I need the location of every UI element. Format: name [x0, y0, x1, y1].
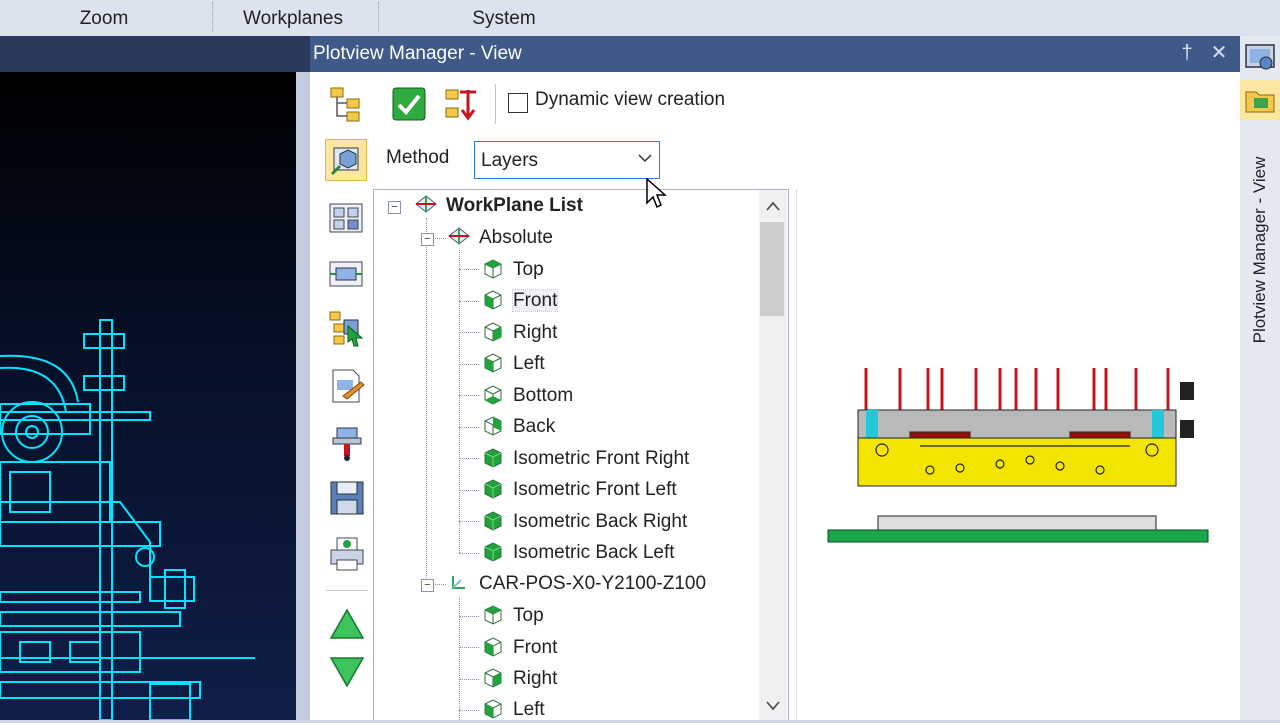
view-cube-icon: [484, 637, 502, 657]
workplane-icon: [452, 575, 465, 589]
cad-viewport[interactable]: [0, 72, 296, 720]
menu-zoom[interactable]: Zoom: [40, 0, 168, 36]
view-cube-icon: [484, 479, 502, 499]
tree-line: [459, 521, 479, 522]
view-cube-icon: [484, 385, 502, 405]
pin-icon[interactable]: †: [1174, 40, 1200, 66]
panel-title: Plotview Manager - View: [313, 43, 522, 64]
scroll-up-icon[interactable]: [759, 192, 787, 220]
tree-line: [459, 616, 479, 617]
tree-view-top[interactable]: Top: [481, 603, 544, 629]
view-cube-icon: [484, 448, 502, 468]
preview-splitter[interactable]: [796, 190, 797, 720]
workplane-icon: [448, 227, 470, 245]
move-up-icon[interactable]: [327, 604, 367, 644]
tree-view-front[interactable]: Front: [481, 288, 559, 314]
tree-line: [459, 301, 479, 302]
method-label: Method: [386, 147, 450, 168]
tree-view-iso-back-right[interactable]: Isometric Back Right: [481, 509, 687, 535]
tree-view-right[interactable]: Right: [481, 666, 557, 692]
tree-line: [459, 490, 479, 491]
tree-view-icon[interactable]: [327, 84, 367, 124]
view-cube-icon: [484, 290, 502, 310]
collapse-toggle[interactable]: −: [421, 233, 434, 246]
viewport-title-bar: [0, 36, 310, 72]
view-cube-icon: [484, 542, 502, 562]
tree-line: [459, 553, 479, 554]
tree-root-workplane-list[interactable]: WorkPlane List: [414, 193, 583, 219]
print-icon[interactable]: [327, 534, 367, 574]
apply-check-icon[interactable]: [389, 84, 429, 124]
menu-separator: [378, 2, 381, 32]
splitter[interactable]: [296, 72, 310, 720]
tree-view-left[interactable]: Left: [481, 351, 545, 377]
menu-system[interactable]: System: [440, 0, 568, 36]
tree-view-right[interactable]: Right: [481, 320, 557, 346]
multi-view-icon[interactable]: [326, 198, 366, 238]
view-cube-icon: [484, 511, 502, 531]
tree-line: [459, 710, 479, 711]
method-select[interactable]: Layers: [474, 141, 660, 179]
tree-line: [459, 458, 479, 459]
tree-view-front[interactable]: Front: [481, 635, 557, 661]
tree-line: [459, 332, 479, 333]
side-tab-label: Plotview Manager - View: [1250, 156, 1269, 344]
probe-icon[interactable]: [327, 422, 367, 462]
menu-bar: Zoom Workplanes System: [0, 0, 1280, 36]
tree-view-back[interactable]: Back: [481, 414, 555, 440]
toolbar-separator: [495, 84, 496, 124]
mouse-cursor-icon: [646, 177, 667, 209]
view-cube-icon: [484, 699, 502, 719]
dynamic-view-label[interactable]: Dynamic view creation: [535, 89, 725, 111]
view-cube-icon: [484, 668, 502, 688]
view-cube-icon: [484, 605, 502, 625]
toolbar-separator: [326, 590, 368, 591]
tree-line: [459, 427, 479, 428]
scroll-thumb[interactable]: [760, 222, 784, 316]
menu-workplanes[interactable]: Workplanes: [225, 0, 361, 36]
tree-view-iso-front-left[interactable]: Isometric Front Left: [481, 477, 677, 503]
cad-wireframe-drawing: [0, 319, 255, 720]
folder-view-icon[interactable]: [1240, 80, 1280, 120]
tree-line: [459, 269, 479, 270]
tree-line: [459, 679, 479, 680]
tree-group-car-pos[interactable]: CAR-POS-X0-Y2100-Z100: [447, 571, 706, 597]
collapse-toggle[interactable]: −: [421, 579, 434, 592]
collapse-toggle[interactable]: −: [388, 201, 401, 214]
tree-line: [459, 364, 479, 365]
view-cube-icon: [484, 322, 502, 342]
view-frame-icon[interactable]: [326, 254, 366, 294]
tree-line: [426, 218, 427, 590]
tree-view-top[interactable]: Top: [481, 257, 544, 283]
plotview-tool-icon[interactable]: [1240, 37, 1280, 77]
tree-view-bottom[interactable]: Bottom: [481, 383, 573, 409]
tree-select-icon[interactable]: [326, 308, 366, 348]
method-select-value: Layers: [481, 150, 539, 171]
view-method-icon[interactable]: [325, 139, 367, 181]
scroll-down-icon[interactable]: [759, 692, 787, 720]
tree-line: [459, 647, 479, 648]
edit-view-icon[interactable]: [327, 366, 367, 406]
dynamic-view-checkbox[interactable]: [508, 93, 528, 113]
move-down-icon[interactable]: [327, 652, 367, 692]
menu-separator: [212, 2, 215, 32]
refresh-tree-icon[interactable]: [442, 84, 482, 124]
view-cube-icon: [484, 353, 502, 373]
view-cube-icon: [484, 259, 502, 279]
tree-line: [459, 250, 460, 553]
chevron-down-icon: [638, 154, 652, 163]
tree-view-iso-back-left[interactable]: Isometric Back Left: [481, 540, 675, 566]
close-icon[interactable]: ✕: [1206, 40, 1232, 66]
tree-group-absolute[interactable]: Absolute: [447, 225, 553, 251]
tree-line: [459, 395, 479, 396]
tree-view-iso-front-right[interactable]: Isometric Front Right: [481, 446, 689, 472]
tree-view-left[interactable]: Left: [481, 697, 545, 723]
view-cube-icon: [484, 416, 502, 436]
save-icon[interactable]: [327, 478, 367, 518]
workplane-list-icon: [415, 195, 437, 213]
view-preview-drawing: [827, 368, 1209, 543]
